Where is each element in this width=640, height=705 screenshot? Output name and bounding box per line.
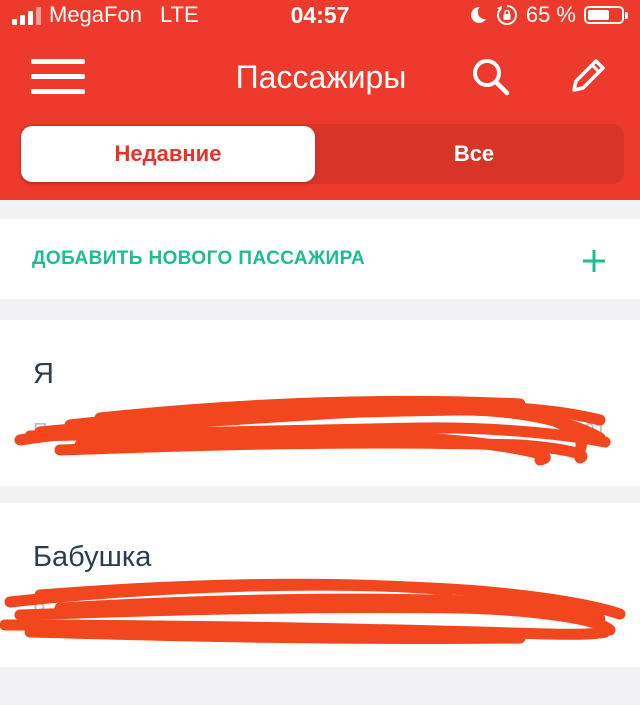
edit-icon[interactable] [566,54,610,98]
plus-icon[interactable] [581,248,607,274]
status-right: 65 % [468,0,628,30]
status-bar: MegaFon LTE 04:57 65 % [0,0,640,30]
tab-all[interactable]: Все [326,126,622,182]
nav-bar: Пассажиры [0,44,640,110]
passenger-details: Пр [33,420,59,442]
battery-icon [584,6,628,24]
passenger-details-right: 1991 [561,420,607,442]
battery-tip [625,12,628,19]
passenger-details: В [33,600,47,622]
tab-recent[interactable]: Недавние [21,126,315,182]
page-title: Пассажиры [0,44,640,110]
add-passenger-label: ДОБАВИТЬ НОВОГО ПАССАЖИРА [32,248,366,269]
page-title-text: Пассажиры [235,59,407,95]
battery-fill [588,10,609,20]
moon-icon [470,6,486,23]
passenger-card[interactable]: Бабушка В [0,503,640,667]
app-header: MegaFon LTE 04:57 65 % Пассажиры Недавни… [0,0,640,200]
segmented-control: Недавние Все [20,124,624,184]
rotation-lock-icon [496,5,517,25]
passenger-name: Я [33,358,54,390]
battery-percent: 65 % [525,2,576,27]
passenger-name: Бабушка [33,541,152,573]
passenger-card[interactable]: Я Пр 1991 [0,320,640,486]
add-passenger-button[interactable]: ДОБАВИТЬ НОВОГО ПАССАЖИРА [0,219,640,299]
search-icon[interactable] [470,56,512,98]
